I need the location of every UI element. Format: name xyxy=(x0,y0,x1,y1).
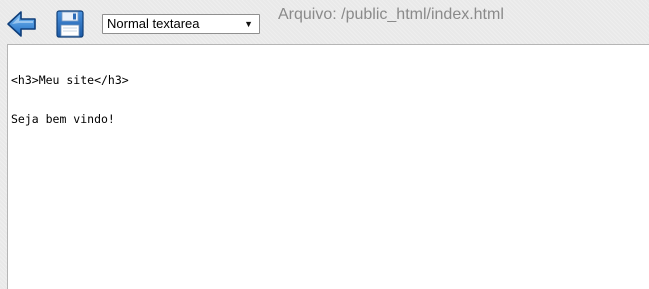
editor-mode-select[interactable]: Normal textarea ▼ xyxy=(102,14,260,34)
editor-line: Seja bem vindo! xyxy=(11,112,115,126)
save-button[interactable] xyxy=(54,8,86,40)
code-editor-textarea[interactable]: <h3>Meu site</h3> Seja bem vindo! xyxy=(7,44,649,289)
back-arrow-icon xyxy=(7,11,36,37)
chevron-down-icon: ▼ xyxy=(244,19,253,29)
back-button[interactable] xyxy=(6,8,38,40)
editor-mode-select-value: Normal textarea xyxy=(107,16,200,31)
file-path-label: Arquivo: /public_html/index.html xyxy=(278,6,504,23)
toolbar: Normal textarea ▼ Arquivo: /public_html/… xyxy=(0,0,649,44)
floppy-disk-icon xyxy=(56,10,84,38)
editor-line: <h3>Meu site</h3> xyxy=(11,73,129,87)
